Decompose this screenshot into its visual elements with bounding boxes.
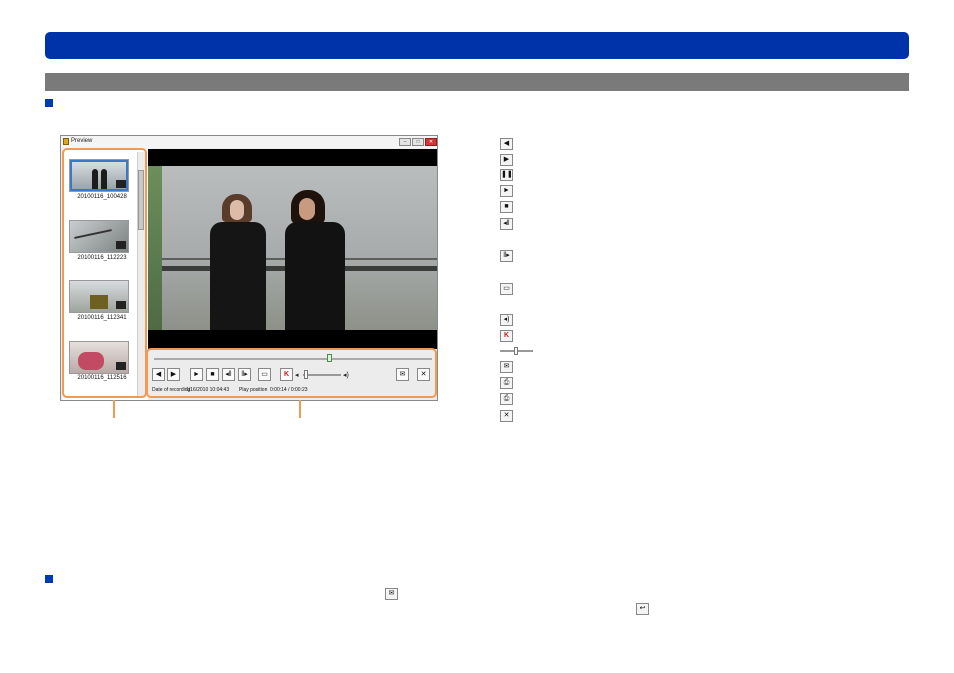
minimize-icon[interactable]: – — [399, 138, 411, 146]
app-icon — [63, 138, 69, 145]
print-icon: ⎙ — [500, 393, 513, 405]
capture-icon: ▭ — [500, 283, 513, 295]
bookmark-icon: K — [500, 330, 513, 342]
thumbnail-area-highlight — [62, 148, 147, 398]
callout-line — [113, 400, 115, 418]
maximize-icon[interactable]: □ — [412, 138, 424, 146]
video-frame-image — [148, 166, 437, 330]
previous-icon: ◀ — [500, 138, 513, 150]
video-display — [148, 149, 437, 349]
window-title: Preview — [71, 138, 93, 144]
page-title-bar — [45, 32, 909, 59]
window-title-bar: Preview – □ ✕ — [61, 136, 437, 148]
email-icon: ✉ — [385, 588, 398, 600]
callout-line — [299, 400, 301, 418]
volume-slider-icon — [500, 347, 533, 355]
pause-icon: ❚❚ — [500, 169, 513, 181]
email-icon: ✉ — [500, 361, 513, 373]
print-icon: ⎙ — [500, 377, 513, 389]
close-icon[interactable]: ✕ — [425, 138, 437, 146]
section-bullet — [45, 575, 53, 583]
section-header-bar — [45, 73, 909, 91]
frame-forward-icon: ‖▸ — [500, 250, 513, 262]
play-icon: ► — [500, 185, 513, 197]
volume-icon: ◂) — [500, 314, 513, 326]
section-bullet — [45, 99, 53, 107]
stop-icon: ■ — [500, 201, 513, 213]
controls-area-highlight — [146, 348, 437, 398]
frame-back-icon: ◂‖ — [500, 218, 513, 230]
close-icon: ✕ — [500, 410, 513, 422]
next-icon: ▶ — [500, 154, 513, 166]
return-icon: ↩ — [636, 603, 649, 615]
